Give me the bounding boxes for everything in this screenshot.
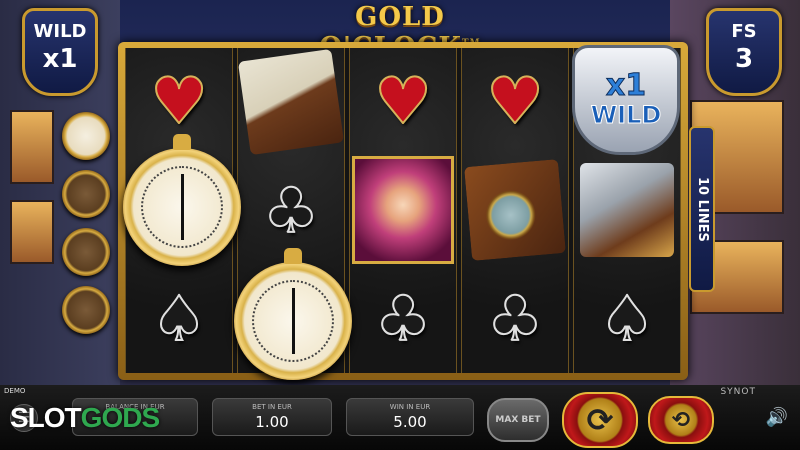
magnifying-glass-symbol: [462, 156, 568, 264]
club-symbol: ♣: [374, 281, 432, 356]
bet-field[interactable]: BET IN EUR 1.00: [212, 398, 332, 436]
club-symbol: ♣: [486, 281, 544, 356]
provider-logo: SYNOT: [720, 387, 756, 397]
fs-badge-value: 3: [734, 44, 754, 74]
speaker-icon: 🔊: [765, 406, 789, 428]
lines-indicator: 10 LINES: [689, 126, 715, 292]
win-field: WIN IN EUR 5.00: [346, 398, 474, 436]
gold-pocket-watch-symbol: [123, 134, 241, 266]
wild-symbol-multiplier: x1: [605, 68, 647, 103]
wild-badge-value: x1: [42, 44, 78, 74]
wild-badge-label: WILD: [33, 21, 87, 42]
max-bet-label: MAX BET: [495, 414, 541, 425]
wild-multiplier-badge: WILD x1: [22, 8, 98, 96]
sound-button[interactable]: 🔊: [764, 404, 790, 430]
progress-watch-1: [62, 112, 110, 160]
spin-button[interactable]: ⟳: [562, 392, 638, 448]
watermark-logo: SLOTGODS: [10, 402, 160, 433]
max-bet-button[interactable]: MAX BET: [487, 398, 549, 442]
reel-4: ♥ ♣: [461, 48, 569, 373]
spade-symbol: ♠: [598, 281, 656, 356]
heart-symbol: ♥: [485, 64, 544, 140]
bet-label: BET IN EUR: [252, 403, 292, 411]
autoplay-button[interactable]: ⟲: [648, 396, 714, 444]
win-label: WIN IN EUR: [389, 403, 431, 411]
gold-pocket-watch-symbol: [234, 248, 352, 380]
revolver-symbol: [574, 156, 680, 264]
demo-label: DEMO: [4, 387, 26, 395]
autoplay-icon: ⟲: [671, 407, 691, 433]
bet-value: 1.00: [255, 413, 289, 431]
progress-watch-2: [62, 170, 110, 218]
free-spins-badge: FS 3: [706, 8, 782, 96]
progress-watch-3: [62, 228, 110, 276]
fs-badge-label: FS: [731, 21, 757, 42]
spade-symbol: ♠: [150, 281, 208, 356]
wild-shield-icon: x1 WILD: [572, 45, 680, 155]
notebook-symbol: [237, 48, 345, 156]
reel-3: ♥ ♣: [349, 48, 457, 373]
spin-icon: ⟳: [586, 401, 614, 439]
progress-watch-4: [62, 286, 110, 334]
lady-portrait-symbol: [350, 156, 456, 264]
wild-symbol-label: WILD: [590, 101, 662, 130]
x1-wild-symbol: x1 WILD: [572, 45, 680, 155]
win-value: 5.00: [393, 413, 427, 431]
heart-symbol: ♥: [373, 64, 432, 140]
